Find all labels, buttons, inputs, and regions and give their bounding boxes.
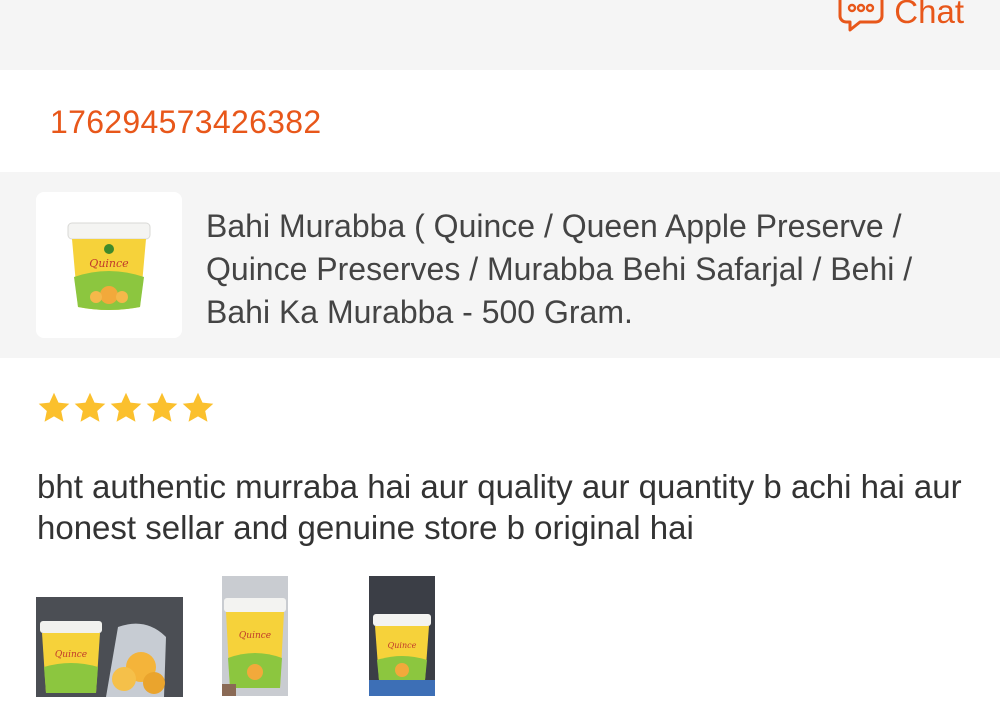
chat-button[interactable]: Chat bbox=[838, 0, 964, 36]
review-text: bht authentic murraba hai aur quality au… bbox=[37, 468, 962, 546]
chat-bubble-icon bbox=[838, 0, 884, 32]
review-photo[interactable]: Quince bbox=[222, 576, 288, 696]
review-photo[interactable]: Quince bbox=[36, 597, 183, 697]
svg-text:Quince: Quince bbox=[55, 650, 87, 660]
svg-text:Quince: Quince bbox=[388, 641, 417, 650]
star-icon bbox=[146, 392, 178, 422]
product-card[interactable]: Quince Bahi Murabba ( Quince / Queen App… bbox=[0, 172, 1000, 358]
review-photo[interactable]: Quince bbox=[369, 576, 435, 696]
star-icon bbox=[74, 392, 106, 422]
review-photos: Quince Quince Quince bbox=[0, 576, 1000, 701]
top-bar: Chat bbox=[0, 0, 1000, 70]
product-title[interactable]: Bahi Murabba ( Quince / Queen Apple Pres… bbox=[206, 205, 976, 334]
star-icon bbox=[38, 392, 70, 422]
order-id[interactable]: 176294573426382 bbox=[50, 104, 321, 141]
svg-text:Quince: Quince bbox=[89, 257, 129, 270]
star-icon bbox=[182, 392, 214, 422]
chat-label: Chat bbox=[894, 0, 964, 30]
svg-text:Quince: Quince bbox=[239, 631, 271, 641]
star-rating bbox=[36, 390, 216, 426]
product-thumbnail[interactable]: Quince bbox=[36, 192, 182, 338]
star-icon bbox=[110, 392, 142, 422]
jar-image-icon: Quince bbox=[67, 222, 151, 310]
